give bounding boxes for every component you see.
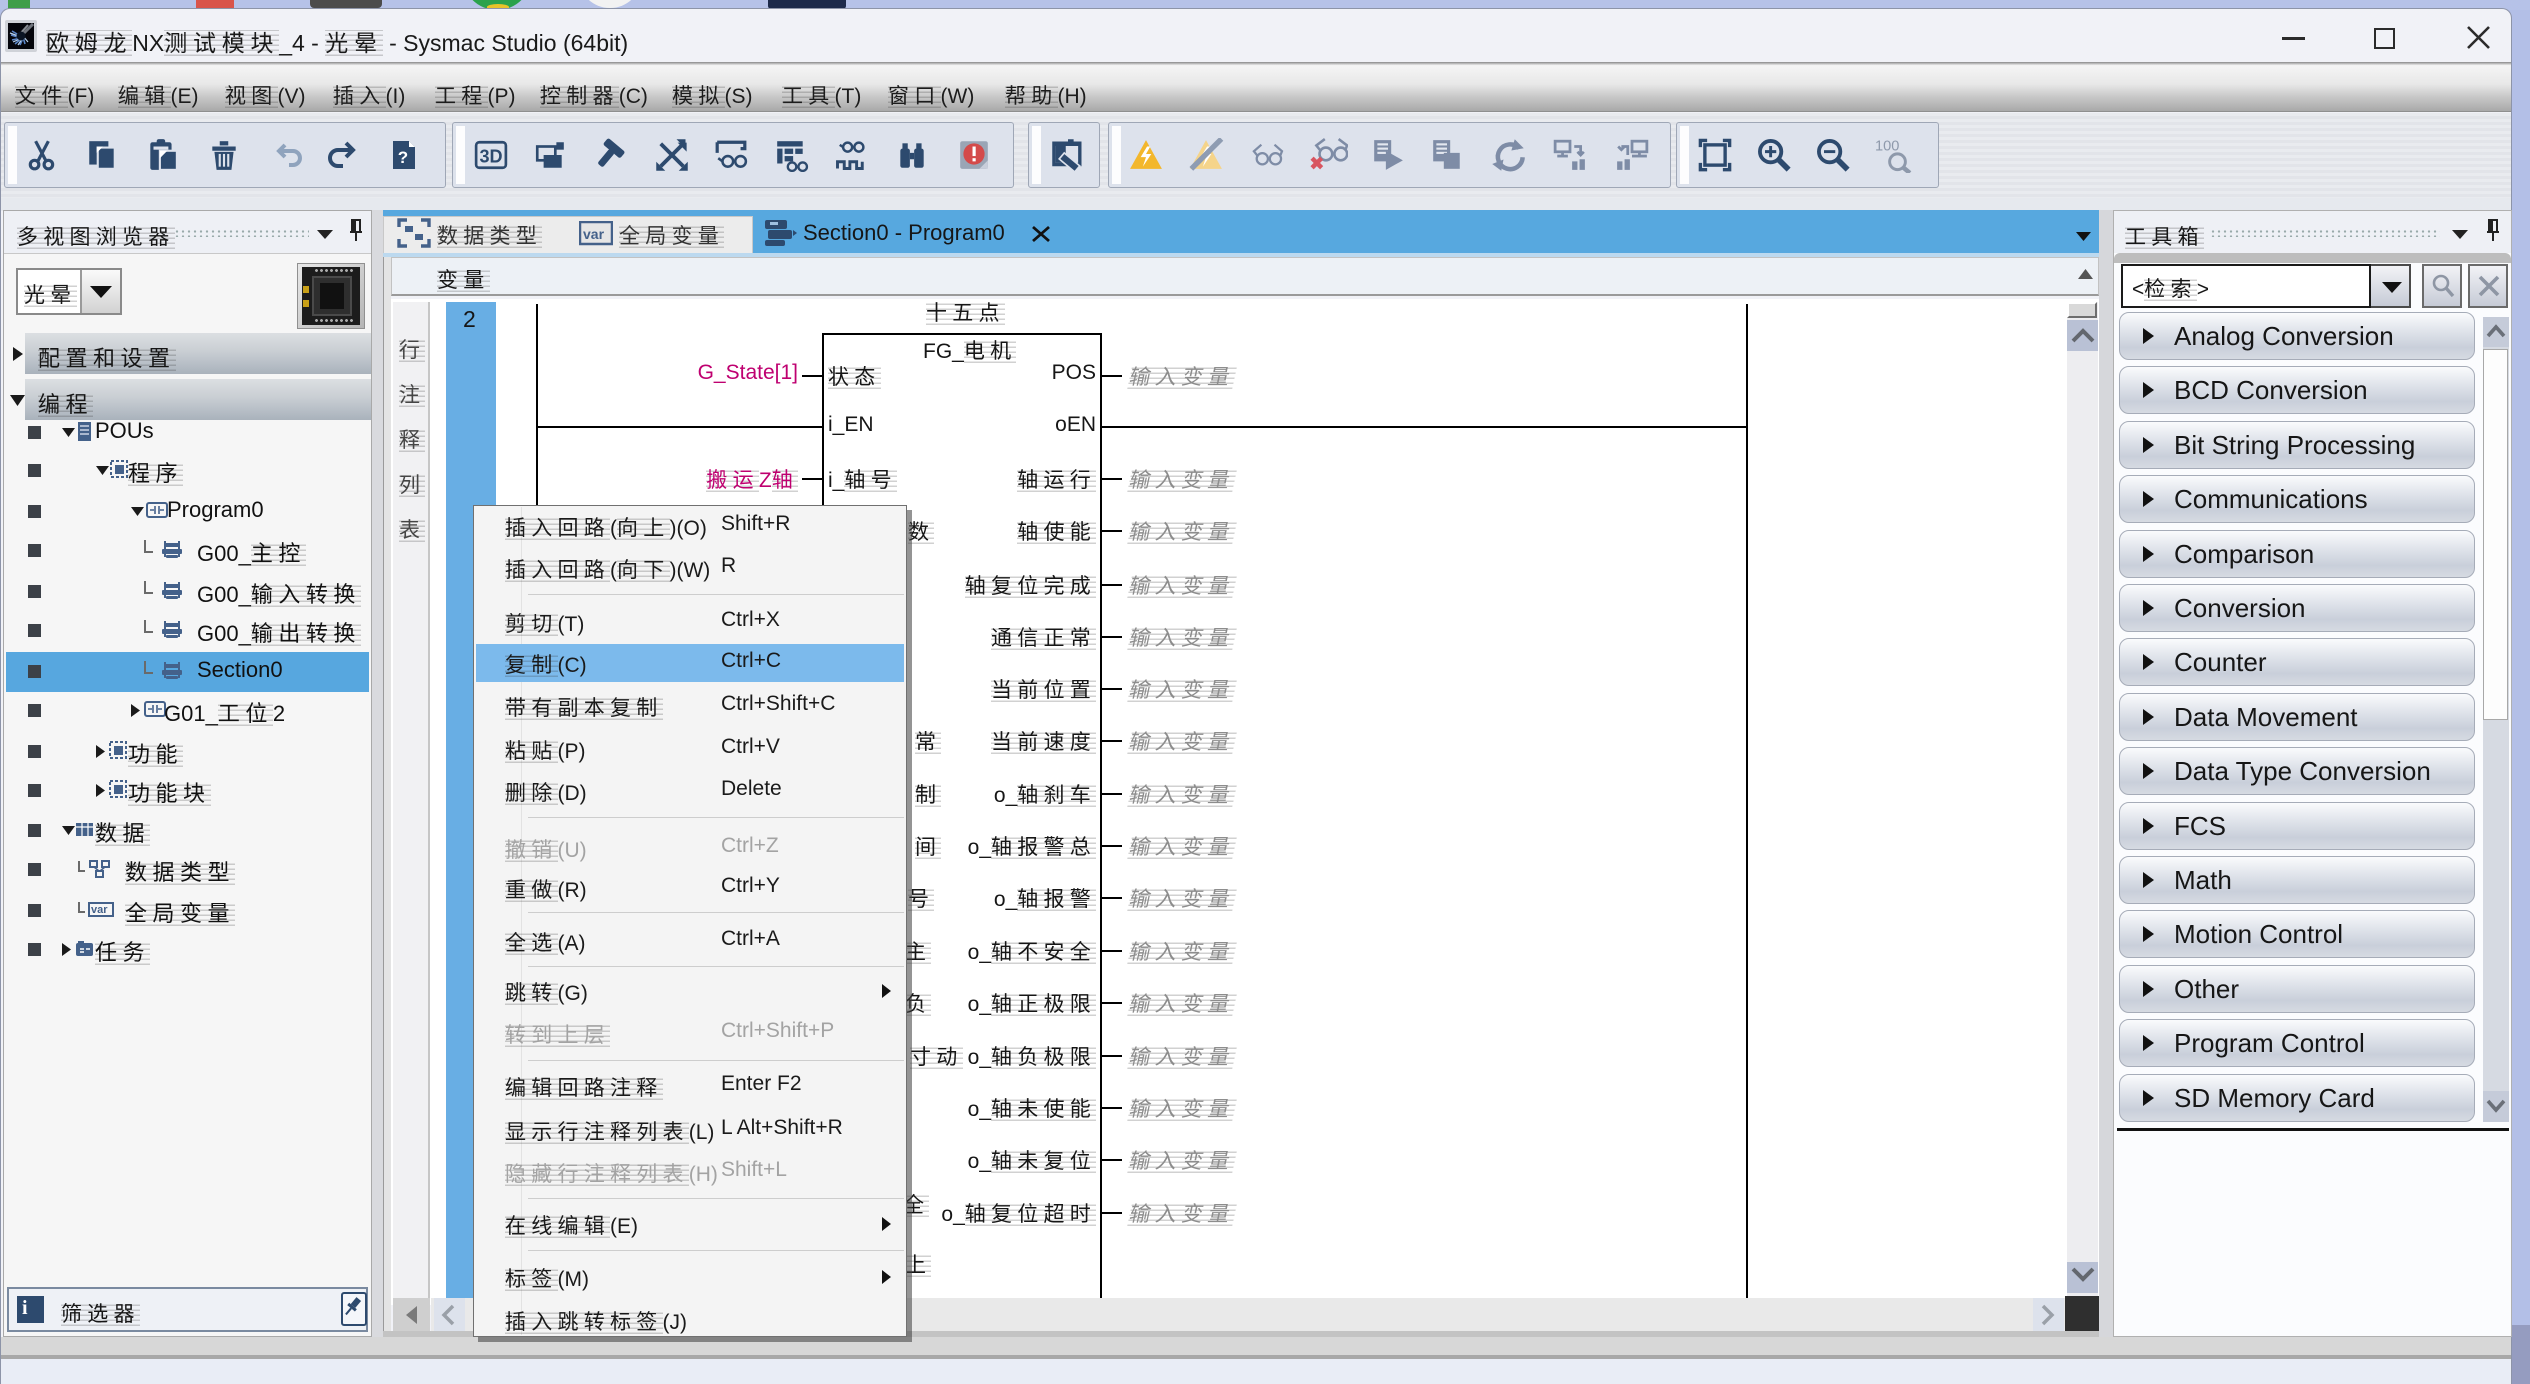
svg-text:var: var bbox=[583, 226, 605, 242]
svg-text:3D: 3D bbox=[479, 146, 502, 166]
svg-text:var: var bbox=[91, 904, 108, 916]
svg-text:100: 100 bbox=[1875, 139, 1899, 155]
svg-text:?: ? bbox=[398, 148, 408, 167]
